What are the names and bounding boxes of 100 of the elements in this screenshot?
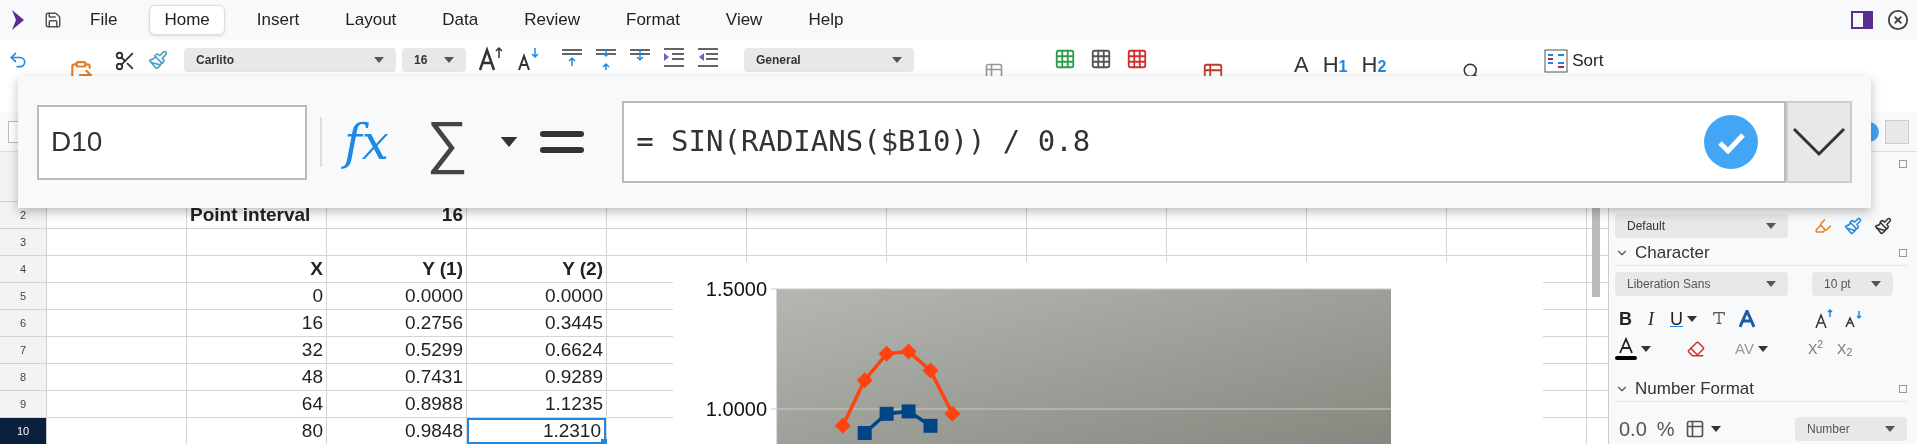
- shadow-letter-icon[interactable]: [1739, 310, 1755, 328]
- section-header[interactable]: Character: [1615, 240, 1907, 266]
- expand-corner-icon[interactable]: [1899, 384, 1907, 393]
- undo-icon[interactable]: [8, 50, 28, 70]
- font-name-dropdown[interactable]: Carlito: [184, 48, 396, 72]
- sort-button[interactable]: Sort: [1544, 48, 1604, 74]
- style-button[interactable]: H1: [1322, 48, 1348, 81]
- table-cell-text: 80: [300, 418, 324, 443]
- table-cell-text: Y (1): [421, 256, 464, 281]
- menu-tab[interactable]: Home: [149, 5, 225, 35]
- table-cell-text: 16: [300, 310, 324, 335]
- menu-tab[interactable]: Format: [612, 5, 694, 35]
- name-box[interactable]: D10: [37, 104, 307, 180]
- sidebar-toggle-icon[interactable]: [1851, 11, 1873, 29]
- scissors-icon[interactable]: [114, 50, 136, 72]
- shrink-font-icon[interactable]: [1845, 310, 1863, 328]
- sum-button[interactable]: ∑: [426, 98, 469, 186]
- insert-columns-icon[interactable]: [1090, 48, 1112, 70]
- expand-corner-icon[interactable]: [1899, 160, 1907, 168]
- decimal-button[interactable]: 0.0: [1619, 414, 1647, 444]
- fill-handle[interactable]: [601, 439, 607, 444]
- percent-button[interactable]: %: [1656, 414, 1675, 444]
- style-update-icon[interactable]: [1814, 216, 1832, 235]
- menu-tab[interactable]: Review: [510, 5, 594, 35]
- caret-icon: [374, 57, 384, 63]
- axis-tick-label: 1.5000: [705, 278, 767, 300]
- row-header[interactable]: 7: [0, 337, 47, 363]
- caret-icon: [1757, 346, 1768, 352]
- table-cell-text: 64: [300, 391, 324, 416]
- row-header[interactable]: 9: [0, 391, 47, 417]
- table-cell-text: 48: [300, 364, 324, 389]
- equals-icon[interactable]: [540, 131, 585, 153]
- superscript-button[interactable]: X$^{2}$: [1807, 338, 1824, 360]
- table-cell-text: Y (2): [561, 256, 604, 281]
- menu-tab[interactable]: Insert: [242, 5, 314, 35]
- edit-style-icon[interactable]: [1874, 216, 1892, 235]
- caret-icon: [1885, 426, 1895, 432]
- app-logo-icon[interactable]: [10, 10, 26, 30]
- font-size-dropdown[interactable]: 10 pt: [1812, 272, 1893, 296]
- menu-tab[interactable]: Layout: [331, 5, 411, 35]
- number-format-dropdown[interactable]: General: [744, 48, 914, 72]
- menu-tab[interactable]: View: [711, 5, 777, 35]
- table-cell: 1.2310: [467, 418, 606, 444]
- row-header[interactable]: 5: [0, 283, 47, 309]
- subscript-button[interactable]: X$_{2}$: [1837, 338, 1853, 360]
- highlight-eraser-icon[interactable]: [1687, 340, 1705, 358]
- diamond-marker: [922, 362, 939, 379]
- expand-button[interactable]: [1786, 101, 1852, 183]
- table-cell-text: 0.3445: [543, 310, 604, 335]
- table-cell-text: Point interval: [189, 202, 312, 227]
- format-button[interactable]: U: [1670, 305, 1683, 333]
- caret-icon: [500, 137, 519, 147]
- font-size-dropdown[interactable]: 16: [402, 48, 466, 72]
- caret-icon: [1766, 281, 1776, 287]
- menu-tab[interactable]: File: [76, 5, 132, 35]
- table-cell-text: 1.1235: [543, 391, 604, 416]
- scrollbar[interactable]: [1592, 205, 1600, 297]
- table-cell-text: 0.2756: [403, 310, 464, 335]
- menu-tab[interactable]: Data: [428, 5, 493, 35]
- table-cell-text: 0.0000: [543, 283, 604, 308]
- table-cell-text: 0.9848: [403, 418, 464, 443]
- menu-tab[interactable]: Help: [794, 5, 858, 35]
- row-header[interactable]: 10: [0, 418, 47, 444]
- formula-input-field[interactable]: = SIN(RADIANS($B10)) / 0.8: [622, 101, 1786, 183]
- table-cell-text: 0.0000: [403, 283, 464, 308]
- table-cell-text: X: [309, 256, 324, 281]
- grow-font-icon[interactable]: [1815, 309, 1835, 329]
- table-cell-text: 16: [440, 202, 464, 227]
- new-style-icon[interactable]: [1844, 216, 1862, 235]
- row-header[interactable]: 6: [0, 310, 47, 336]
- paintbrush-icon[interactable]: [148, 50, 168, 70]
- table-cell-text: 32: [300, 337, 324, 362]
- sort-icon: [1544, 48, 1569, 73]
- diamond-marker: [856, 372, 873, 389]
- row-header[interactable]: 4: [0, 256, 47, 282]
- format-button[interactable]: I: [1648, 305, 1654, 333]
- table-cell-text: 0.8988: [403, 391, 464, 416]
- table-cell-text: 0.5299: [403, 337, 464, 362]
- style-button[interactable]: H2: [1361, 48, 1387, 81]
- insert-rows-icon[interactable]: [1054, 48, 1076, 70]
- font-color-icon[interactable]: [1615, 337, 1637, 361]
- caret-icon: [1641, 346, 1651, 352]
- paragraph-style-dropdown[interactable]: Default: [1615, 213, 1788, 238]
- row-header[interactable]: 8: [0, 364, 47, 390]
- caret-icon: [1871, 281, 1881, 287]
- shrink-font-icon[interactable]: [516, 46, 540, 72]
- save-icon[interactable]: [44, 11, 62, 29]
- section-header[interactable]: Number Format: [1615, 376, 1907, 402]
- row-header[interactable]: 3: [0, 229, 47, 255]
- grow-font-icon[interactable]: [478, 46, 504, 72]
- number-format-dropdown[interactable]: Number: [1795, 417, 1907, 441]
- style-button[interactable]: A: [1294, 48, 1309, 81]
- caret-icon: [1710, 426, 1721, 432]
- format-button[interactable]: B: [1619, 305, 1632, 333]
- delete-cells-icon[interactable]: [1126, 48, 1148, 70]
- expand-corner-icon[interactable]: [1899, 248, 1907, 257]
- font-name-dropdown[interactable]: Liberation Sans: [1615, 272, 1788, 296]
- close-icon[interactable]: [1887, 9, 1909, 31]
- accept-icon[interactable]: [1704, 115, 1758, 169]
- diamond-marker: [878, 345, 895, 362]
